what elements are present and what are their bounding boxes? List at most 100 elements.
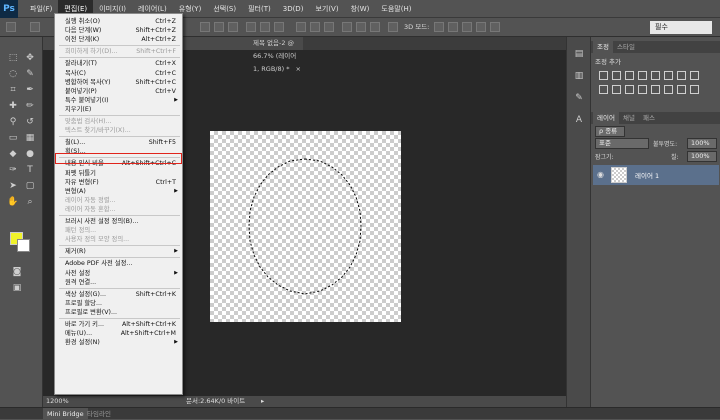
3d-drag-icon[interactable] (462, 22, 472, 32)
adjust-bw-icon[interactable] (690, 71, 699, 80)
adjust-levels-icon[interactable] (612, 71, 621, 80)
gradient-tool-icon[interactable]: ▦ (23, 131, 37, 145)
history-panel-icon[interactable]: ▤ (572, 47, 586, 61)
brush-panel-icon[interactable]: ✎ (572, 91, 586, 105)
fill-input[interactable]: 100% (687, 151, 717, 162)
close-tab-icon[interactable]: × (296, 65, 301, 73)
tab-layers[interactable]: 레이어 (593, 112, 619, 124)
distribute-right-icon[interactable] (370, 22, 380, 32)
adjust-threshold-icon[interactable] (664, 85, 673, 94)
3d-rotate-icon[interactable] (434, 22, 444, 32)
adjust-vibrance-icon[interactable] (651, 71, 660, 80)
edit-menu-item[interactable]: 브러시 사전 설정 정의(B)... (55, 217, 182, 226)
distribute-middle-icon[interactable] (310, 22, 320, 32)
tab-channels[interactable]: 채널 (619, 112, 639, 124)
menu-5[interactable]: 선택(S) (207, 0, 242, 18)
edit-menu-item[interactable]: 메뉴(U)... Alt+Shift+Ctrl+M (55, 329, 182, 338)
edit-menu-item[interactable]: 프로필로 변환(V)... (55, 308, 182, 317)
pen-tool-icon[interactable]: ✑ (6, 163, 20, 177)
adjust-hue-icon[interactable] (664, 71, 673, 80)
align-left-icon[interactable] (246, 22, 256, 32)
distribute-top-icon[interactable] (296, 22, 306, 32)
edit-menu-item[interactable]: 실행 취소(O) Ctrl+Z (55, 17, 182, 26)
3d-scale-icon[interactable] (490, 22, 500, 32)
edit-menu-item[interactable]: 다음 단계(W) Shift+Ctrl+Z (55, 26, 182, 35)
canvas[interactable] (210, 131, 401, 322)
menu-9[interactable]: 창(W) (345, 0, 376, 18)
edit-menu-item[interactable]: 자유 변형(F) Ctrl+T (55, 178, 182, 187)
crop-tool-icon[interactable]: ⌗ (6, 83, 20, 97)
edit-menu-item[interactable]: 이전 단계(K) Alt+Ctrl+Z (55, 35, 182, 44)
edit-menu-item[interactable]: 변형(A) ▶ (55, 187, 182, 196)
edit-menu-item[interactable]: Adobe PDF 사전 설정... (55, 259, 182, 268)
adjust-posterize-icon[interactable] (651, 85, 660, 94)
workspace-select[interactable]: 필수 (650, 21, 712, 34)
tool-preset-icon[interactable] (6, 22, 16, 32)
edit-menu-item[interactable]: 프로필 할당... (55, 299, 182, 308)
adjust-balance-icon[interactable] (677, 71, 686, 80)
align-right-icon[interactable] (274, 22, 284, 32)
tab-paths[interactable]: 패스 (639, 112, 659, 124)
status-arrow-icon[interactable]: ▸ (261, 396, 264, 407)
layer-kind-filter[interactable]: ρ 종류 (595, 126, 625, 137)
tab-styles[interactable]: 스타일 (613, 41, 639, 53)
visibility-eye-icon[interactable]: ◉ (597, 170, 604, 179)
adjust-gradient-map-icon[interactable] (677, 85, 686, 94)
adjust-brightness-icon[interactable] (599, 71, 608, 80)
layer-row[interactable]: ◉ 레이어 1 (593, 165, 719, 185)
edit-menu-item[interactable]: 잘라내기(T) Ctrl+X (55, 59, 182, 68)
adjust-mixer-icon[interactable] (612, 85, 621, 94)
blend-mode-select[interactable]: 표준 (595, 138, 649, 149)
menu-10[interactable]: 도움말(H) (375, 0, 417, 18)
auto-align-icon[interactable] (388, 22, 398, 32)
shape-tool-icon[interactable]: ▢ (23, 179, 37, 193)
path-selection-tool-icon[interactable]: ➤ (6, 179, 20, 193)
background-color-swatch[interactable] (17, 239, 30, 252)
menu-7[interactable]: 3D(D) (277, 0, 310, 18)
quick-select-tool-icon[interactable]: ✎ (23, 67, 37, 81)
edit-menu-item[interactable]: 제거(R) ▶ (55, 247, 182, 256)
blur-tool-icon[interactable]: ◆ (6, 147, 20, 161)
distribute-bottom-icon[interactable] (324, 22, 334, 32)
align-bottom-icon[interactable] (228, 22, 238, 32)
edit-menu-item[interactable]: 지우기(E) (55, 105, 182, 114)
align-middle-icon[interactable] (214, 22, 224, 32)
edit-menu-item[interactable]: 병합하여 복사(Y) Shift+Ctrl+C (55, 78, 182, 87)
edit-menu-item[interactable]: 복사(C) Ctrl+C (55, 69, 182, 78)
eraser-tool-icon[interactable]: ▭ (6, 131, 20, 145)
opacity-input[interactable]: 100% (687, 138, 717, 149)
edit-menu-item[interactable]: 원격 연결... (55, 278, 182, 287)
adjust-selective-color-icon[interactable] (690, 85, 699, 94)
tab-mini-bridge[interactable]: Mini Bridge (43, 408, 88, 420)
3d-slide-icon[interactable] (476, 22, 486, 32)
adjust-photo-filter-icon[interactable] (599, 85, 608, 94)
tab-adjustments[interactable]: 조정 (593, 41, 613, 53)
distribute-left-icon[interactable] (342, 22, 352, 32)
adjust-lookup-icon[interactable] (625, 85, 634, 94)
align-center-icon[interactable] (260, 22, 270, 32)
menu-6[interactable]: 필터(T) (242, 0, 277, 18)
edit-menu-item[interactable]: 색상 설정(G)... Shift+Ctrl+K (55, 290, 182, 299)
edit-menu-item[interactable]: 환경 설정(N) ▶ (55, 338, 182, 347)
brush-tool-icon[interactable]: ✏ (23, 99, 37, 113)
edit-menu-item[interactable]: 바로 가기 키... Alt+Shift+Ctrl+K (55, 320, 182, 329)
dodge-tool-icon[interactable]: ● (23, 147, 37, 161)
move-tool-icon[interactable] (30, 22, 40, 32)
properties-panel-icon[interactable]: ▥ (572, 69, 586, 83)
hand-tool-icon[interactable]: ✋ (6, 195, 20, 209)
screen-mode-icon[interactable]: ▣ (10, 281, 24, 295)
adjust-curves-icon[interactable] (625, 71, 634, 80)
edit-menu-item[interactable]: 사전 설정 ▶ (55, 269, 182, 278)
tab-timeline[interactable]: 타임라인 (83, 408, 115, 420)
character-panel-icon[interactable]: A (572, 113, 586, 127)
quick-mask-icon[interactable]: ◙ (10, 265, 24, 279)
menu-8[interactable]: 보기(V) (309, 0, 344, 18)
edit-menu-item[interactable]: 특수 붙여넣기(I) ▶ (55, 96, 182, 105)
edit-menu-item[interactable]: 퍼펫 뒤틀기 (55, 169, 182, 178)
adjust-exposure-icon[interactable] (638, 71, 647, 80)
history-brush-tool-icon[interactable]: ↺ (23, 115, 37, 129)
zoom-tool-icon[interactable]: ⌕ (23, 195, 37, 209)
distribute-center-icon[interactable] (356, 22, 366, 32)
3d-roll-icon[interactable] (448, 22, 458, 32)
edit-menu-item[interactable]: 붙여넣기(P) Ctrl+V (55, 87, 182, 96)
